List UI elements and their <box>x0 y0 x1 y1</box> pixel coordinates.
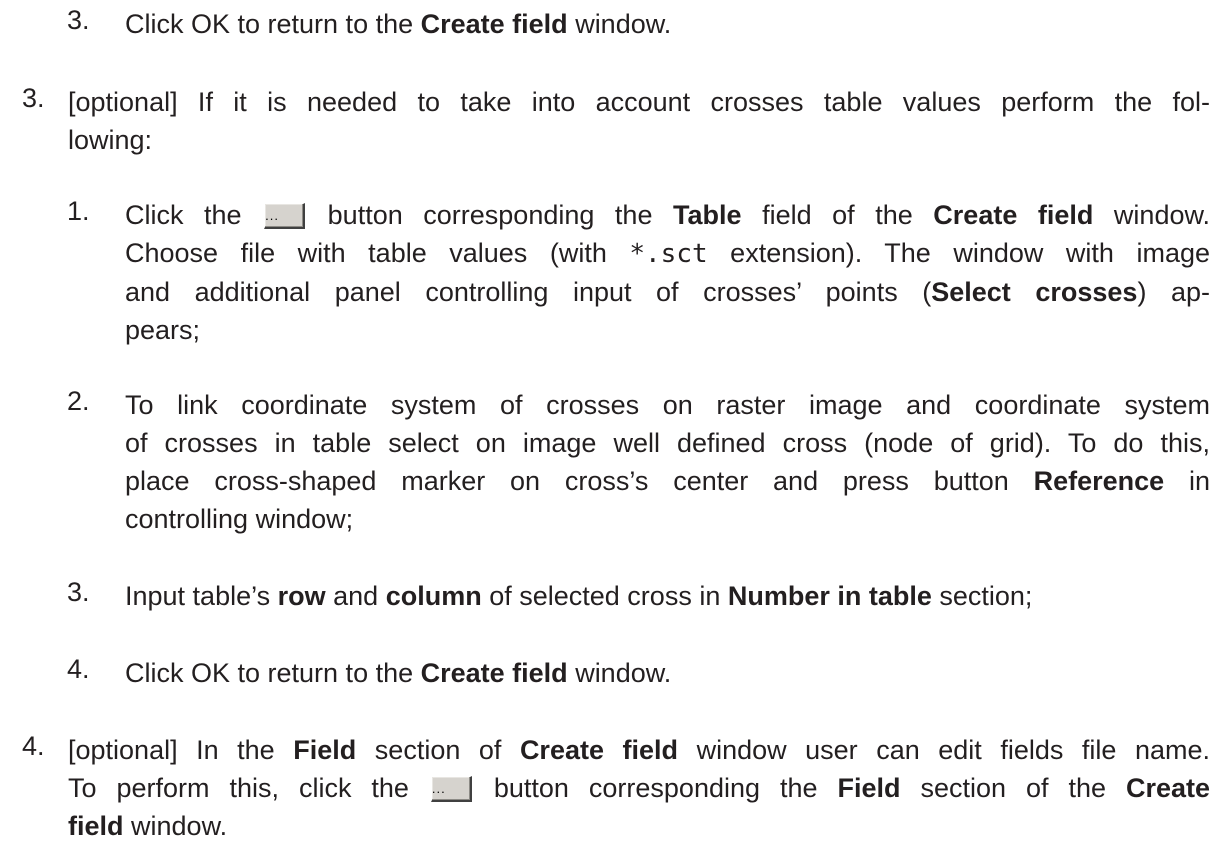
document-page: 3. Click OK to return to the Create fiel… <box>0 0 1232 841</box>
browse-button[interactable]: ... <box>264 203 306 229</box>
list-item: Click the ... button corresponding the T… <box>125 200 1211 345</box>
list-number: 3. <box>67 577 90 607</box>
list-item: Click OK to return to the Create field w… <box>125 658 672 688</box>
list-number: 1. <box>67 196 90 226</box>
list-item: Click OK to return to the Create field w… <box>125 9 672 39</box>
list-item: [optional] In the Field section of Creat… <box>68 735 1210 841</box>
browse-button[interactable]: ... <box>430 776 472 802</box>
list-number: 4. <box>22 731 45 761</box>
list-number: 2. <box>67 386 90 416</box>
list-number: 3. <box>22 83 45 113</box>
list-number: 4. <box>67 654 90 684</box>
list-item: To link coordinate system of crosses on … <box>125 390 1210 534</box>
list-number: 3. <box>67 5 90 35</box>
list-item: [optional] If it is needed to take into … <box>68 87 1210 155</box>
list-item: Input table’s row and column of selected… <box>125 581 1033 611</box>
